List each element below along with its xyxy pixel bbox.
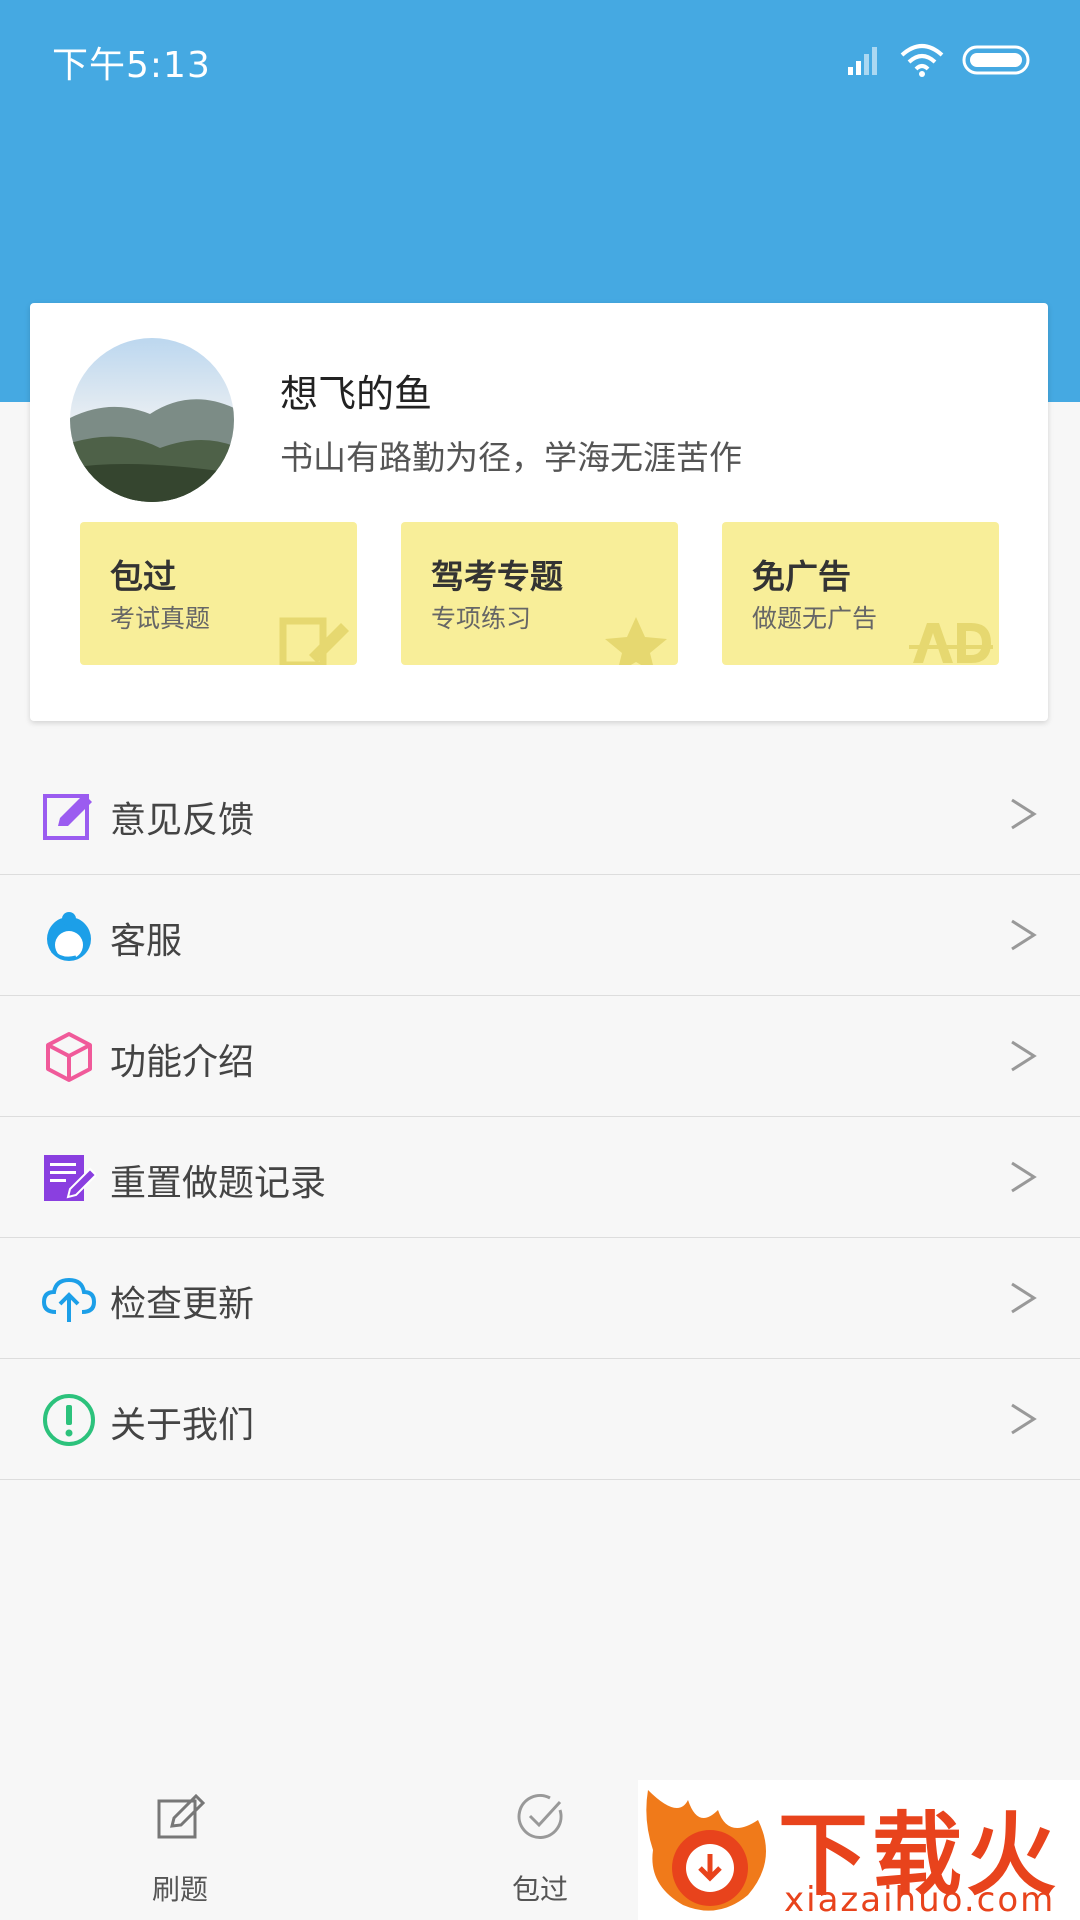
tab-shuati[interactable]: 刷题: [80, 1772, 280, 1920]
user-name: 想飞的鱼: [280, 372, 433, 416]
edit-icon: [279, 617, 349, 665]
feature-title: 驾考专题: [431, 557, 563, 596]
menu-item-customer-service[interactable]: 客服: [0, 875, 1080, 996]
chevron-right-icon: [1011, 1161, 1037, 1193]
feedback-icon: [43, 794, 92, 840]
profile-card: 想飞的鱼 书山有路勤为径，学海无涯苦作 包过 考试真题 驾考专题 专项练习 免广…: [30, 303, 1048, 721]
signal-icon: [848, 47, 877, 75]
status-icons: [846, 40, 1030, 80]
menu-item-reset-records[interactable]: 重置做题记录: [0, 1117, 1080, 1238]
feature-subtitle: 考试真题: [110, 604, 211, 633]
chevron-right-icon: [1011, 1040, 1037, 1072]
battery-icon: [962, 45, 1030, 75]
menu-item-check-update[interactable]: 检查更新: [0, 1238, 1080, 1359]
feature-title: 免广告: [752, 557, 851, 596]
cloud-upload-icon: [42, 1277, 96, 1322]
feature-no-ads[interactable]: 免广告 做题无广告: [722, 522, 999, 665]
tab-label: 刷题: [151, 1873, 208, 1906]
star-icon: [605, 617, 667, 665]
flame-logo-icon: [646, 1790, 766, 1911]
settings-menu: 意见反馈 客服 功能介绍 重置做题记录 检查更新 关于我们: [0, 754, 1080, 1480]
chevron-right-icon: [1011, 798, 1037, 830]
menu-item-feedback[interactable]: 意见反馈: [0, 754, 1080, 875]
menu-label: 关于我们: [110, 1405, 255, 1446]
info-icon: [43, 1394, 95, 1446]
wifi-icon: [900, 44, 944, 77]
menu-label: 意见反馈: [110, 800, 255, 841]
menu-label: 检查更新: [110, 1284, 255, 1325]
menu-label: 客服: [110, 921, 183, 962]
status-bar: 下午5:13: [0, 0, 1080, 120]
status-time: 下午5:13: [52, 45, 211, 86]
chevron-right-icon: [1011, 1282, 1037, 1314]
avatar[interactable]: [70, 338, 234, 502]
feature-baoguo[interactable]: 包过 考试真题: [80, 522, 357, 665]
feature-title: 包过: [110, 557, 176, 596]
customer-service-icon: [47, 912, 91, 961]
watermark-logo: 下载火 xiazaihuo.com: [638, 1780, 1080, 1920]
cube-icon: [46, 1032, 92, 1082]
watermark-url: xiazaihuo.com: [784, 1880, 1056, 1920]
user-motto: 书山有路勤为径，学海无涯苦作: [280, 438, 742, 477]
reset-records-icon: [44, 1155, 96, 1201]
tab-baoguo[interactable]: 包过: [440, 1772, 640, 1920]
feature-subtitle: 专项练习: [431, 604, 532, 633]
tab-label: 包过: [511, 1873, 568, 1906]
feature-subtitle: 做题无广告: [752, 604, 878, 633]
edit-icon: [157, 1793, 206, 1839]
menu-item-features-intro[interactable]: 功能介绍: [0, 996, 1080, 1117]
chevron-right-icon: [1011, 919, 1037, 951]
chevron-right-icon: [1011, 1403, 1037, 1435]
feature-jiakao[interactable]: 驾考专题 专项练习: [401, 522, 678, 665]
menu-label: 功能介绍: [110, 1042, 255, 1083]
check-circle-icon: [517, 1793, 563, 1839]
ad-icon: [909, 623, 993, 663]
menu-label: 重置做题记录: [110, 1163, 327, 1204]
menu-item-about-us[interactable]: 关于我们: [0, 1359, 1080, 1480]
